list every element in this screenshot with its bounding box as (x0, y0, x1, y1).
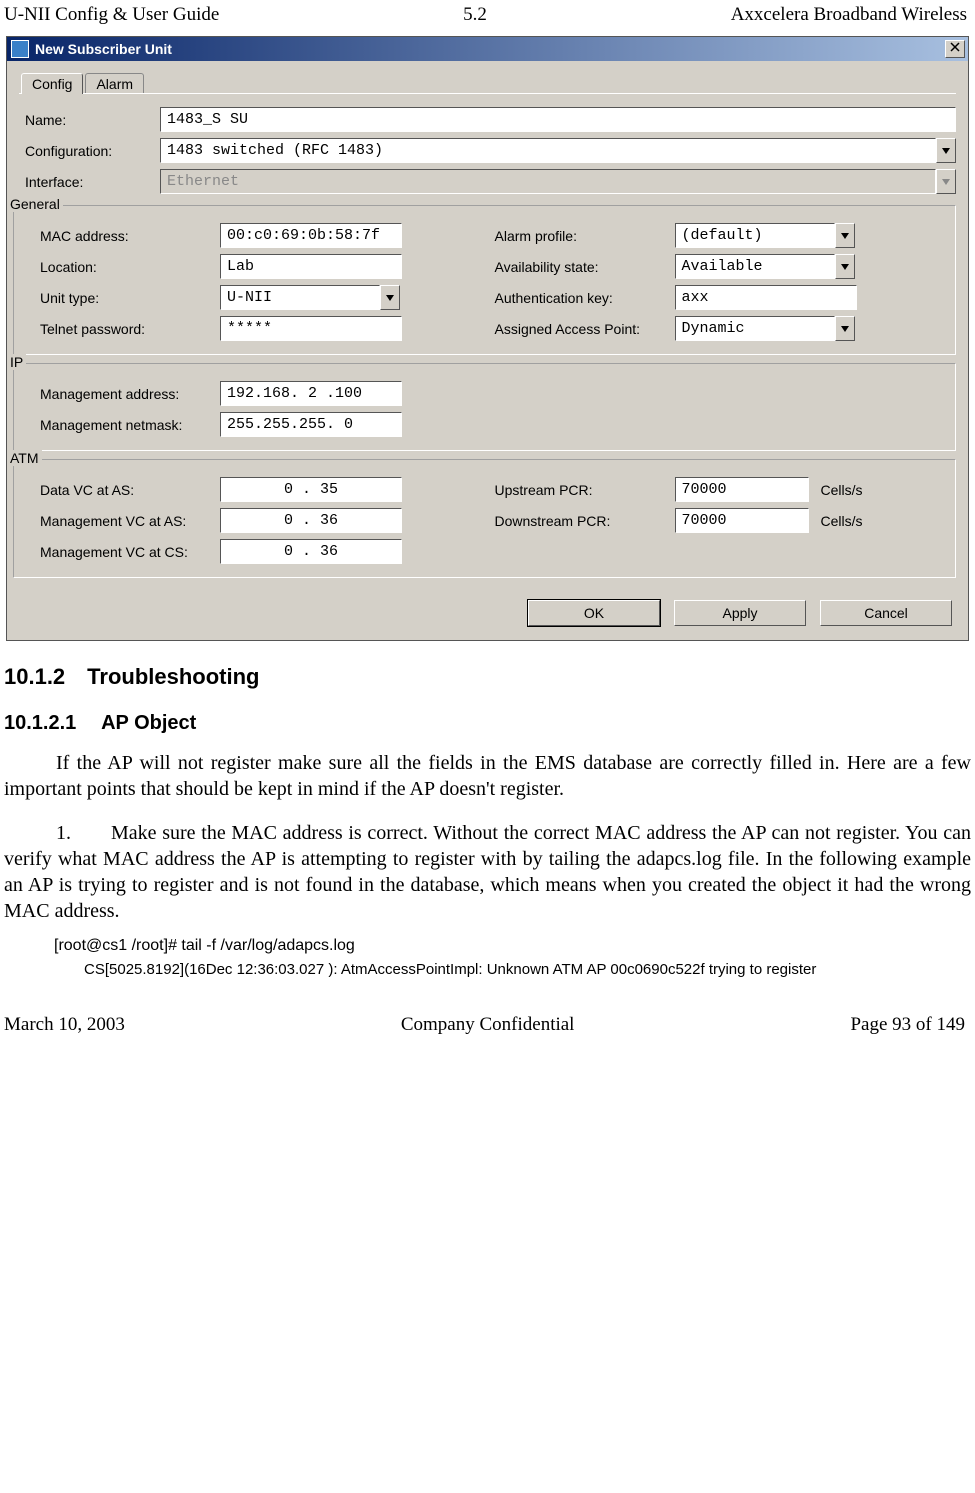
button-row: OK Apply Cancel (19, 584, 956, 626)
header-right: Axxcelera Broadband Wireless (731, 4, 967, 26)
input-downstream-pcr[interactable]: 70000 (675, 508, 809, 533)
input-assigned-ap[interactable]: Dynamic (675, 316, 835, 341)
chevron-down-icon (942, 179, 950, 185)
chevron-down-icon (942, 148, 950, 154)
input-upstream-pcr[interactable]: 70000 (675, 477, 809, 502)
dropdown-assigned-ap[interactable] (835, 316, 855, 341)
code-command: [root@cs1 /root]# tail -f /var/log/adapc… (54, 936, 971, 957)
label-mgmt-addr: Management address: (22, 386, 220, 402)
label-location: Location: (22, 259, 220, 275)
label-downstream-pcr: Downstream PCR: (485, 513, 675, 529)
input-unit-type[interactable]: U-NII (220, 285, 380, 310)
dropdown-interface (936, 169, 956, 194)
window-title: New Subscriber Unit (35, 41, 172, 57)
heading-ap-object: 10.1.2.1 AP Object (4, 710, 971, 736)
combo-alarm-profile[interactable]: (default) (675, 223, 855, 248)
dropdown-alarm-profile[interactable] (835, 223, 855, 248)
code-output: CS[5025.8192](16Dec 12:36:03.027 ): AtmA… (84, 960, 971, 980)
input-mac[interactable]: 00:c0:69:0b:58:7f (220, 223, 402, 248)
heading-troubleshooting: 10.1.2 Troubleshooting (4, 663, 971, 692)
label-availability: Availability state: (485, 259, 675, 275)
label-data-vc-as: Data VC at AS: (22, 482, 220, 498)
label-mgmt-vc-as: Management VC at AS: (22, 513, 220, 529)
page-footer: March 10, 2003 Company Confidential Page… (0, 984, 975, 1042)
label-auth-key: Authentication key: (485, 290, 675, 306)
input-interface: Ethernet (160, 169, 936, 194)
label-assigned-ap: Assigned Access Point: (485, 321, 675, 337)
dropdown-unit-type[interactable] (380, 285, 400, 310)
dialog-window: New Subscriber Unit Config Alarm Name: 1… (6, 36, 969, 641)
dialog-body: Config Alarm Name: 1483_S SU Configurati… (7, 61, 968, 640)
combo-configuration[interactable]: 1483 switched (RFC 1483) (160, 138, 956, 163)
group-ip: IP Management address: 192.168. 2 .100 M… (13, 363, 956, 451)
tab-alarm[interactable]: Alarm (85, 73, 144, 94)
group-general: General MAC address: 00:c0:69:0b:58:7f L… (13, 205, 956, 355)
input-mgmt-addr[interactable]: 192.168. 2 .100 (220, 381, 402, 406)
input-mgmt-mask[interactable]: 255.255.255. 0 (220, 412, 402, 437)
label-name: Name: (19, 112, 160, 128)
combo-availability[interactable]: Available (675, 254, 855, 279)
group-atm: ATM Data VC at AS: 0 . 35 Management VC … (13, 459, 956, 578)
unit-downstream: Cells/s (821, 513, 863, 529)
label-mgmt-vc-cs: Management VC at CS: (22, 544, 220, 560)
label-upstream-pcr: Upstream PCR: (485, 482, 675, 498)
input-location[interactable]: Lab (220, 254, 402, 279)
input-mgmt-vc-cs[interactable]: 0 . 36 (220, 539, 402, 564)
page-header: U-NII Config & User Guide 5.2 Axxcelera … (0, 0, 975, 36)
footer-page: Page 93 of 149 (850, 1014, 965, 1036)
footer-date: March 10, 2003 (4, 1014, 125, 1036)
paragraph-step1: 1. Make sure the MAC address is correct.… (4, 820, 971, 924)
apply-button[interactable]: Apply (674, 600, 806, 626)
label-configuration: Configuration: (19, 143, 160, 159)
chevron-down-icon (841, 233, 849, 239)
combo-assigned-ap[interactable]: Dynamic (675, 316, 855, 341)
window-icon (11, 40, 29, 58)
input-data-vc-as[interactable]: 0 . 35 (220, 477, 402, 502)
close-button[interactable] (945, 40, 965, 58)
tab-strip: Config Alarm (21, 73, 956, 94)
label-unit-type: Unit type: (22, 290, 220, 306)
tab-content: Name: 1483_S SU Configuration: 1483 swit… (19, 93, 956, 626)
unit-upstream: Cells/s (821, 482, 863, 498)
close-icon (950, 42, 960, 52)
chevron-down-icon (841, 326, 849, 332)
legend-ip: IP (10, 354, 26, 370)
input-availability[interactable]: Available (675, 254, 835, 279)
label-telnet: Telnet password: (22, 321, 220, 337)
chevron-down-icon (841, 264, 849, 270)
legend-general: General (10, 196, 63, 212)
label-alarm-profile: Alarm profile: (485, 228, 675, 244)
row-interface: Interface: Ethernet (19, 166, 956, 197)
input-auth-key[interactable]: axx (675, 285, 857, 310)
document-text: 10.1.2 Troubleshooting 10.1.2.1 AP Objec… (0, 663, 975, 980)
row-name: Name: 1483_S SU (19, 104, 956, 135)
label-mac: MAC address: (22, 228, 220, 244)
label-interface: Interface: (19, 174, 160, 190)
footer-confidential: Company Confidential (401, 1014, 575, 1036)
legend-atm: ATM (10, 450, 42, 466)
chevron-down-icon (386, 295, 394, 301)
input-configuration[interactable]: 1483 switched (RFC 1483) (160, 138, 936, 163)
input-mgmt-vc-as[interactable]: 0 . 36 (220, 508, 402, 533)
input-telnet[interactable]: ***** (220, 316, 402, 341)
cancel-button[interactable]: Cancel (820, 600, 952, 626)
label-mgmt-mask: Management netmask: (22, 417, 220, 433)
header-center: 5.2 (463, 4, 487, 26)
paragraph-intro: If the AP will not register make sure al… (4, 750, 971, 802)
input-alarm-profile[interactable]: (default) (675, 223, 835, 248)
combo-interface: Ethernet (160, 169, 956, 194)
dropdown-availability[interactable] (835, 254, 855, 279)
header-left: U-NII Config & User Guide (4, 4, 219, 26)
row-configuration: Configuration: 1483 switched (RFC 1483) (19, 135, 956, 166)
dropdown-configuration[interactable] (936, 138, 956, 163)
combo-unit-type[interactable]: U-NII (220, 285, 400, 310)
input-name[interactable]: 1483_S SU (160, 107, 956, 132)
ok-button[interactable]: OK (528, 600, 660, 626)
tab-config[interactable]: Config (21, 73, 83, 94)
title-bar[interactable]: New Subscriber Unit (7, 37, 968, 61)
